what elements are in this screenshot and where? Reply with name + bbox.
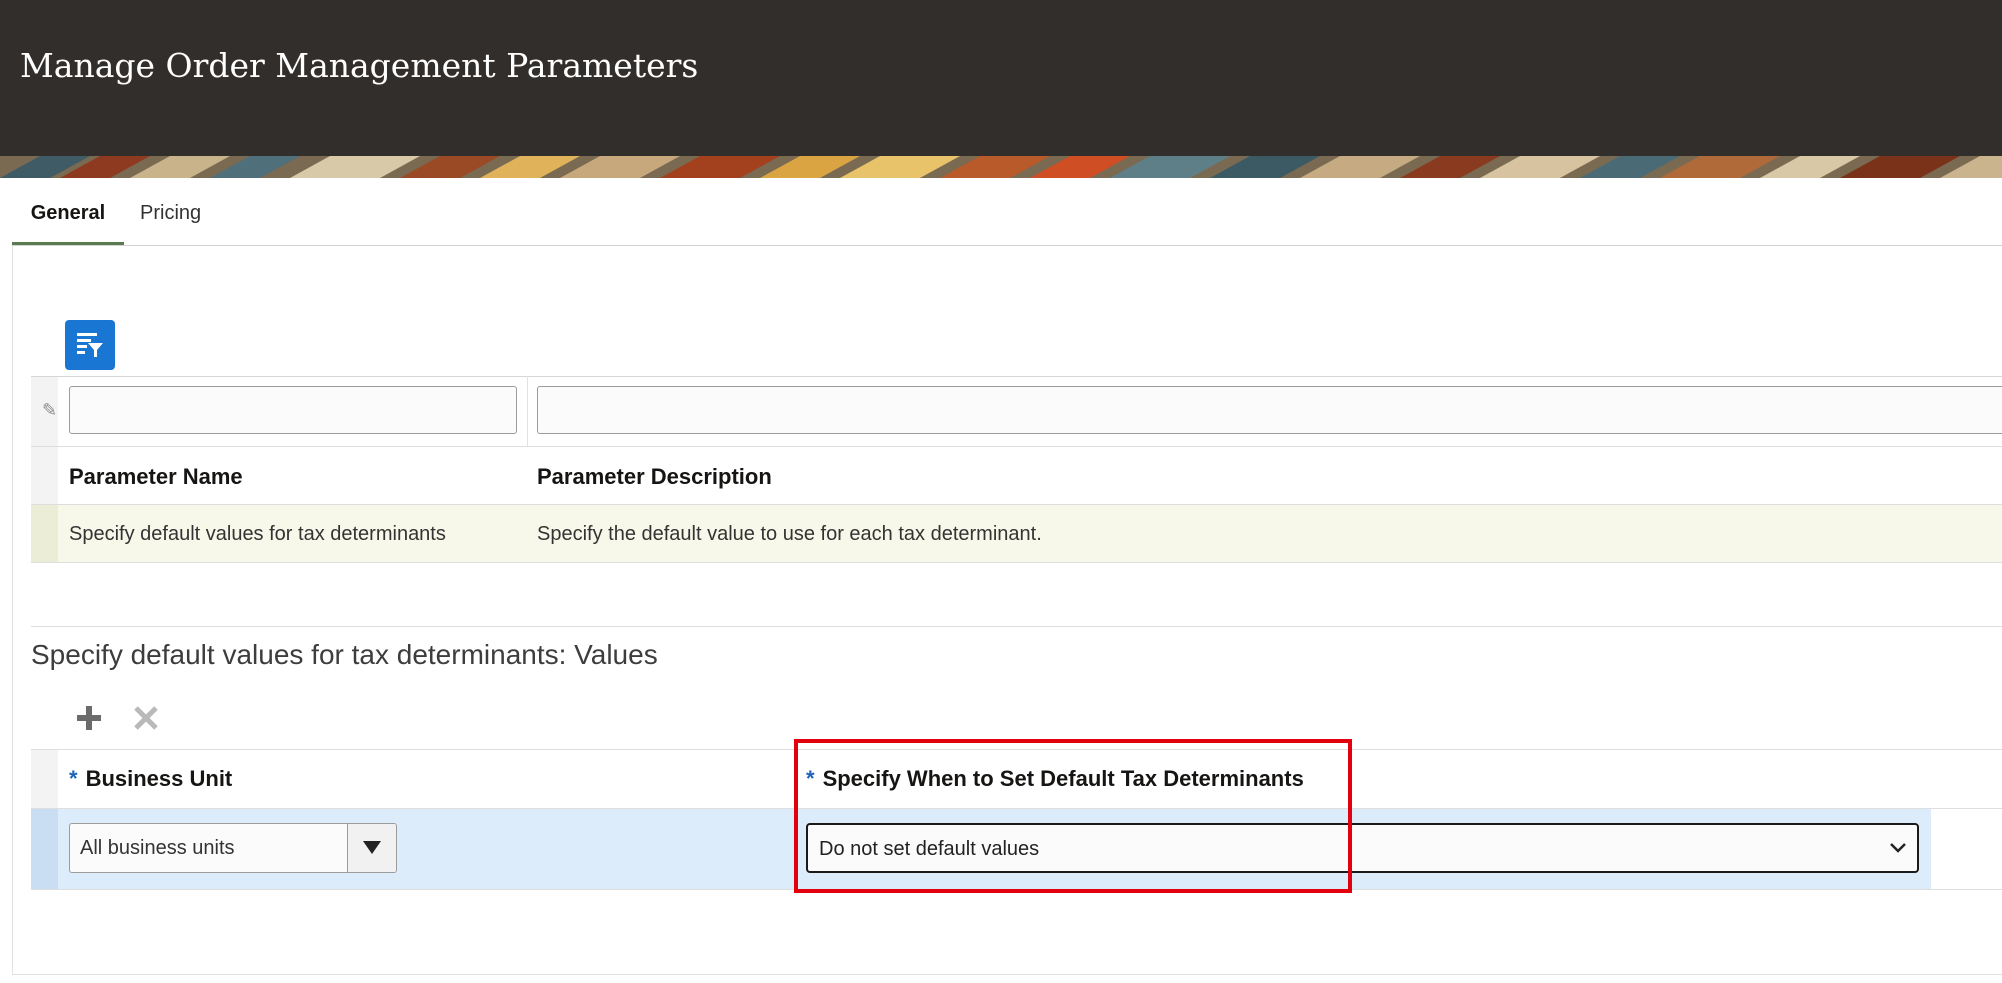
triangle-down-icon (363, 841, 381, 854)
table-bottom-border (31, 562, 2002, 563)
highlight-box (794, 739, 1352, 893)
parameter-name-cell: Specify default values for tax determina… (69, 523, 446, 545)
delete-icon (134, 706, 158, 730)
column-header-business-unit[interactable]: * Business Unit (69, 766, 232, 792)
business-unit-combobox[interactable]: All business units (69, 823, 397, 873)
pencil-icon: ✎ (42, 400, 58, 420)
business-unit-dropdown-button[interactable] (347, 824, 396, 872)
row-selector[interactable] (31, 505, 58, 562)
business-unit-value: All business units (80, 837, 235, 859)
chevron-down-icon (1890, 843, 1906, 853)
column-divider (527, 376, 528, 446)
add-icon (77, 706, 101, 730)
tab-bar: General Pricing (12, 178, 2002, 246)
section-divider (31, 626, 2002, 627)
parameter-name-filter-input[interactable] (69, 386, 517, 434)
parameter-description-cell: Specify the default value to use for eac… (537, 523, 1042, 545)
page-title: Manage Order Management Parameters (20, 46, 699, 85)
query-by-example-button[interactable] (65, 320, 115, 370)
page-header: Manage Order Management Parameters (0, 0, 2002, 156)
delete-row-button[interactable] (128, 700, 164, 736)
required-marker: * (69, 766, 78, 791)
tab-general[interactable]: General (12, 178, 124, 246)
tab-pricing[interactable]: Pricing (140, 178, 201, 246)
values-section-title: Specify default values for tax determina… (31, 639, 658, 670)
column-header-parameter-name[interactable]: Parameter Name (69, 464, 243, 490)
filter-row-divider (31, 446, 2002, 447)
row-selector[interactable] (31, 809, 58, 889)
table-top-border (31, 376, 2002, 377)
add-row-button[interactable] (71, 700, 107, 736)
decorative-banner (0, 156, 2002, 178)
parameter-description-filter-input[interactable] (537, 386, 2002, 434)
column-header-parameter-description[interactable]: Parameter Description (537, 464, 772, 490)
query-by-example-icon (77, 333, 103, 357)
